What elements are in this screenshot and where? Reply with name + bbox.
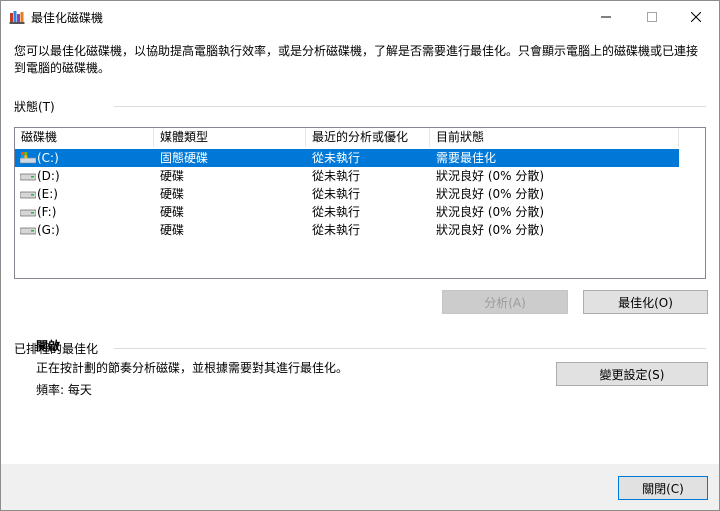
schedule-frequency: 頻率: 每天	[36, 383, 92, 397]
status-section-label: 狀態(T)	[14, 100, 55, 114]
drive-name: (C:)	[37, 151, 59, 165]
schedule-description: 正在按計劃的節奏分析磁碟，並根據需要對其進行最佳化。	[36, 361, 349, 375]
current-status: 需要最佳化	[436, 151, 497, 165]
maximize-icon	[647, 11, 657, 22]
schedule-state: 開啟	[36, 339, 61, 353]
drive-row-c[interactable]: (C:) 固態硬碟 從未執行 需要最佳化	[15, 149, 679, 167]
window-title: 最佳化磁碟機	[31, 11, 104, 25]
column-header-drive[interactable]: 磁碟機	[15, 128, 154, 147]
drive-row-f[interactable]: (F:) 硬碟 從未執行 狀況良好 (0% 分散)	[15, 203, 679, 221]
drives-list-header: 磁碟機 媒體類型 最近的分析或優化 目前狀態	[15, 128, 705, 147]
column-header-current-status[interactable]: 目前狀態	[430, 128, 679, 147]
current-status: 狀況良好 (0% 分散)	[436, 169, 545, 183]
current-status: 狀況良好 (0% 分散)	[436, 205, 545, 219]
current-status: 狀況良好 (0% 分散)	[436, 187, 545, 201]
change-settings-button[interactable]: 變更設定(S)	[556, 362, 708, 386]
close-button[interactable]: 關閉(C)	[618, 476, 708, 500]
last-run: 從未執行	[312, 223, 361, 237]
column-header-last-run[interactable]: 最近的分析或優化	[306, 128, 430, 147]
media-type: 固態硬碟	[160, 151, 209, 165]
column-header-media-type[interactable]: 媒體類型	[154, 128, 306, 147]
hard-drive-icon	[20, 173, 36, 181]
dialog-footer: 關閉(C)	[1, 464, 719, 510]
description-text: 您可以最佳化磁碟機，以協助提高電腦執行效率，或是分析磁碟機，了解是否需要進行最佳…	[14, 44, 699, 75]
hard-drive-icon	[20, 191, 36, 199]
media-type: 硬碟	[160, 187, 185, 201]
minimize-icon	[601, 16, 611, 17]
last-run: 從未執行	[312, 151, 361, 165]
close-window-button[interactable]	[673, 1, 719, 32]
optimize-button[interactable]: 最佳化(O)	[583, 290, 708, 314]
drive-row-e[interactable]: (E:) 硬碟 從未執行 狀況良好 (0% 分散)	[15, 185, 679, 203]
optimize-drives-window: 最佳化磁碟機 您可以最佳化磁碟機，以協助提高電腦執行效率，或是分析磁碟機，了解是…	[0, 0, 720, 511]
drive-name: (G:)	[37, 223, 60, 237]
minimize-button[interactable]	[583, 1, 629, 32]
media-type: 硬碟	[160, 205, 185, 219]
drives-list[interactable]: 磁碟機 媒體類型 最近的分析或優化 目前狀態 (C:) 固態硬碟 從未執行 需要…	[14, 127, 706, 279]
status-divider	[114, 106, 706, 107]
media-type: 硬碟	[160, 169, 185, 183]
schedule-divider	[114, 348, 706, 349]
last-run: 從未執行	[312, 187, 361, 201]
system-drive-icon	[20, 152, 36, 164]
drive-name: (F:)	[37, 205, 57, 219]
last-run: 從未執行	[312, 205, 361, 219]
drive-row-g[interactable]: (G:) 硬碟 從未執行 狀況良好 (0% 分散)	[15, 221, 679, 239]
main-content: 您可以最佳化磁碟機，以協助提高電腦執行效率，或是分析磁碟機，了解是否需要進行最佳…	[1, 32, 719, 464]
analyze-button[interactable]: 分析(A)	[442, 290, 568, 314]
last-run: 從未執行	[312, 169, 361, 183]
defrag-app-icon	[9, 11, 25, 24]
drive-name: (D:)	[37, 169, 60, 183]
current-status: 狀況良好 (0% 分散)	[436, 223, 545, 237]
drive-row-d[interactable]: (D:) 硬碟 從未執行 狀況良好 (0% 分散)	[15, 167, 679, 185]
maximize-button[interactable]	[629, 1, 675, 32]
close-icon	[691, 11, 701, 22]
hard-drive-icon	[20, 209, 36, 217]
title-bar[interactable]: 最佳化磁碟機	[1, 1, 719, 32]
hard-drive-icon	[20, 227, 36, 235]
media-type: 硬碟	[160, 223, 185, 237]
drive-name: (E:)	[37, 187, 58, 201]
